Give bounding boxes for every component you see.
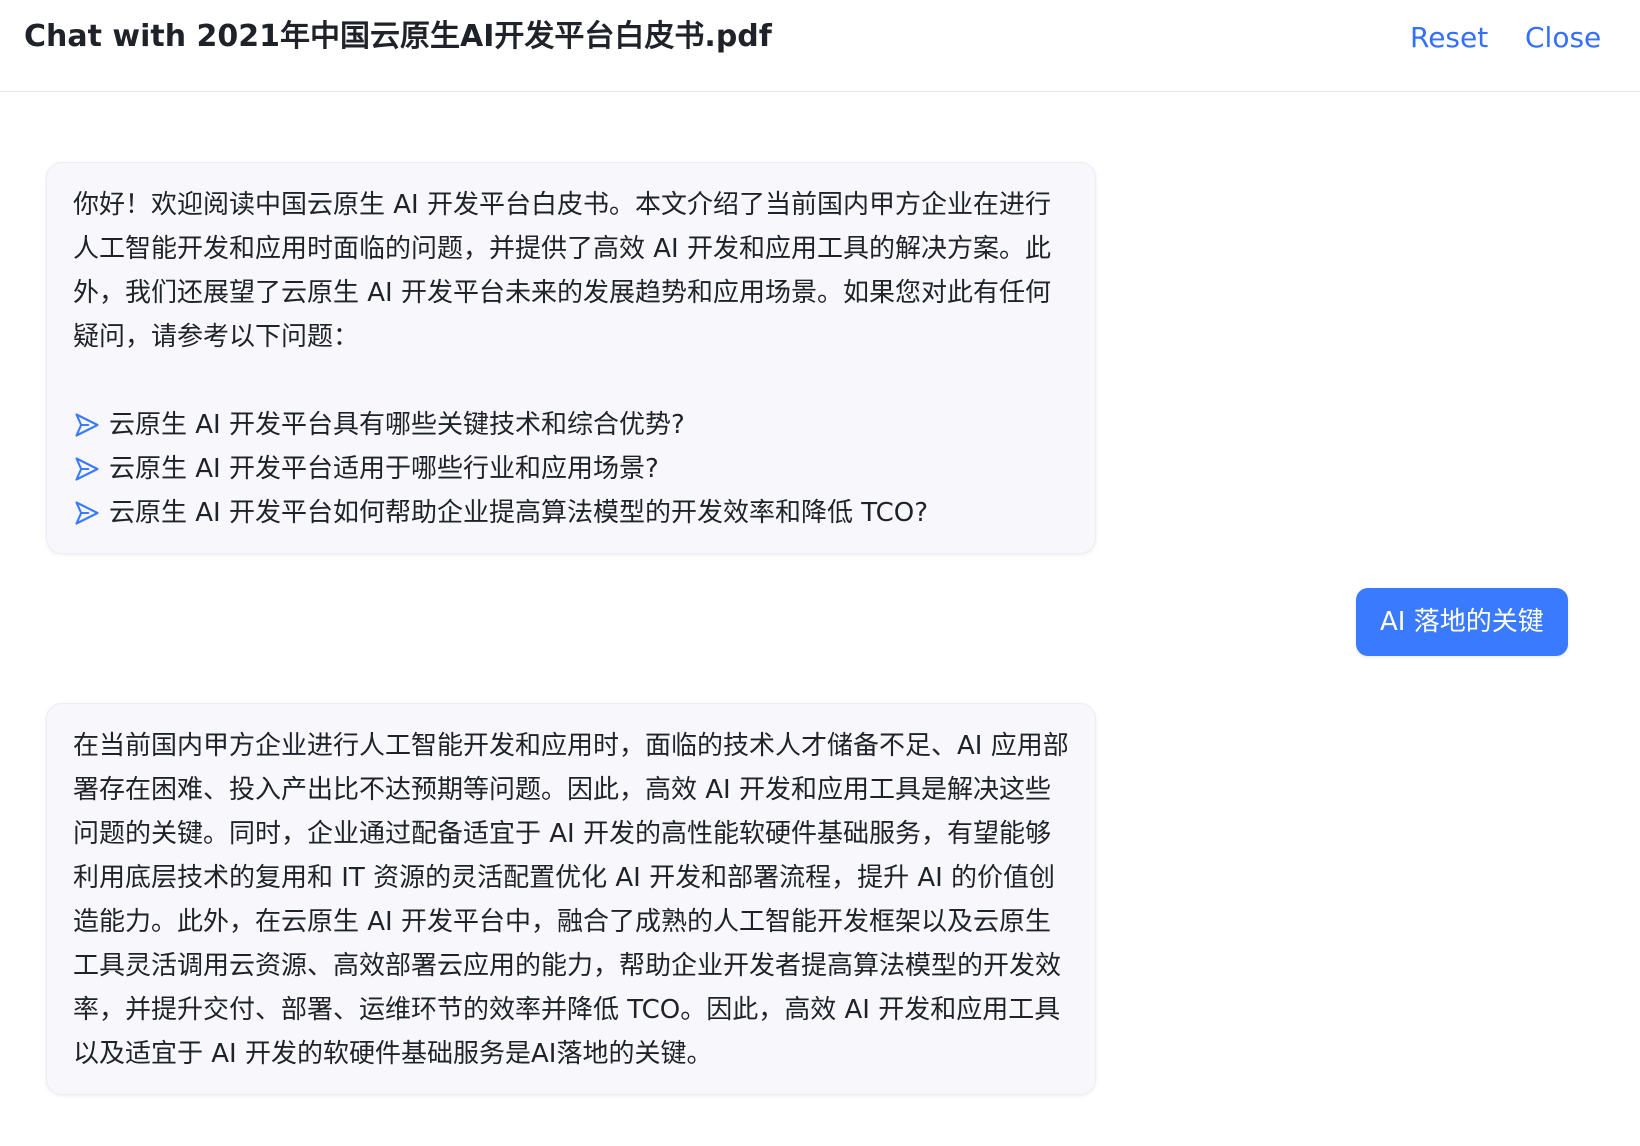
suggested-question-text: 云原生 AI 开发平台具有哪些关键技术和综合优势?	[109, 410, 685, 440]
user-message: AI 落地的关键	[1356, 588, 1568, 656]
send-arrow-icon	[75, 501, 99, 525]
send-arrow-icon	[75, 457, 99, 481]
page-title: Chat with 2021年中国云原生AI开发平台白皮书.pdf	[24, 19, 772, 54]
message-text: 在当前国内甲方企业进行人工智能开发和应用时，面临的技术人才储备不足、AI 应用部…	[73, 731, 1069, 1069]
message-text: 你好！欢迎阅读中国云原生 AI 开发平台白皮书。本文介绍了当前国内甲方企业在进行…	[73, 190, 1051, 352]
suggested-question-text: 云原生 AI 开发平台适用于哪些行业和应用场景?	[109, 454, 659, 484]
close-button[interactable]: Close	[1525, 20, 1601, 56]
assistant-message-welcome: 你好！欢迎阅读中国云原生 AI 开发平台白皮书。本文介绍了当前国内甲方企业在进行…	[46, 162, 1096, 554]
suggested-question-text: 云原生 AI 开发平台如何帮助企业提高算法模型的开发效率和降低 TCO?	[109, 498, 929, 528]
suggested-question[interactable]: 云原生 AI 开发平台具有哪些关键技术和综合优势?	[73, 403, 1071, 447]
assistant-message-answer: 在当前国内甲方企业进行人工智能开发和应用时，面临的技术人才储备不足、AI 应用部…	[46, 703, 1096, 1095]
reset-button[interactable]: Reset	[1410, 20, 1488, 56]
suggested-question[interactable]: 云原生 AI 开发平台适用于哪些行业和应用场景?	[73, 447, 1071, 491]
suggested-question[interactable]: 云原生 AI 开发平台如何帮助企业提高算法模型的开发效率和降低 TCO?	[73, 491, 1071, 535]
chat-header: Chat with 2021年中国云原生AI开发平台白皮书.pdf Reset …	[0, 0, 1640, 92]
send-arrow-icon	[75, 413, 99, 437]
